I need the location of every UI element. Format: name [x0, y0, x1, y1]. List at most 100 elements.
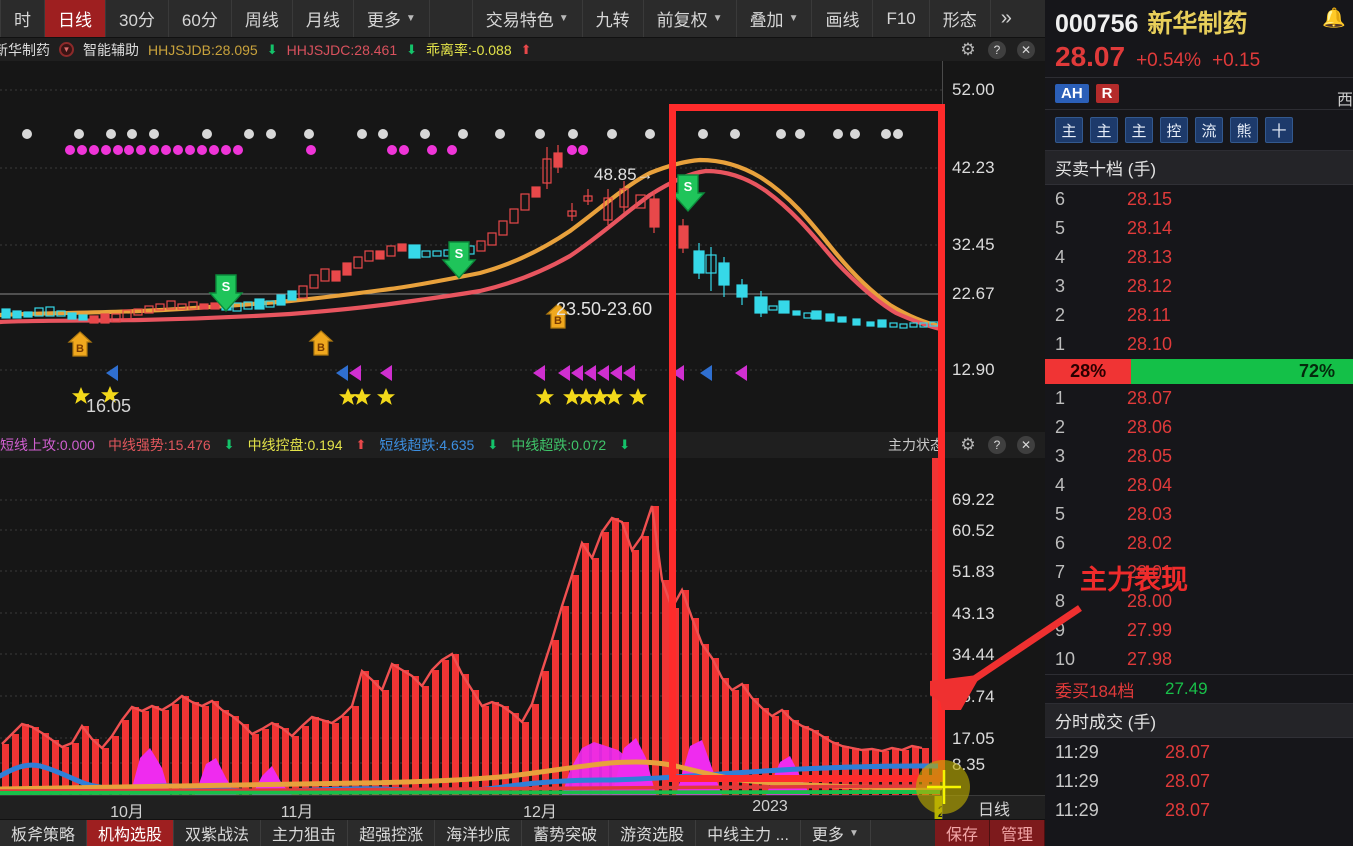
menu-jiuzhuan[interactable]: 九转	[583, 0, 644, 37]
period-btn-weekly[interactable]: 周线	[232, 0, 293, 37]
flag-markers	[106, 365, 747, 381]
save-button[interactable]: 保存	[934, 820, 990, 846]
orderbook-row[interactable]: 4 28.13	[1045, 243, 1353, 272]
svg-text:B: B	[76, 343, 84, 355]
indicator-bias: 乖离率:-0.088	[426, 41, 512, 58]
strategy-more[interactable]: 更多 ▼	[801, 820, 871, 846]
price-chart[interactable]: S S S B B B 48.85→ 16.05 23.50-23.60 52.…	[0, 61, 1045, 432]
mini-btn-xiong[interactable]: 熊	[1230, 117, 1258, 143]
orderbook-row[interactable]: 5 28.14	[1045, 214, 1353, 243]
price-y-tick: 52.00	[952, 80, 995, 99]
strategy-xushi[interactable]: 蓄势突破	[522, 820, 610, 846]
strategy-zhongxian[interactable]: 中线主力 ...	[696, 820, 801, 846]
orderbook-row[interactable]: 1 28.10	[1045, 330, 1353, 359]
strategy-spacer	[871, 820, 935, 846]
close-icon[interactable]: ✕	[1017, 40, 1035, 59]
menu-trade-features[interactable]: 交易特色 ▼	[471, 0, 583, 37]
orderbook-row[interactable]: 10 27.98	[1045, 645, 1353, 674]
manage-button[interactable]: 管理	[989, 820, 1045, 846]
level: 1	[1055, 334, 1066, 354]
orderbook-row[interactable]: 3 28.12	[1045, 272, 1353, 301]
tick-time: 11:29	[1055, 800, 1099, 820]
menu-pattern[interactable]: 形态	[930, 0, 991, 37]
indicator-short-oversold: 短线超跌:4.635	[379, 437, 475, 453]
price-y-tick: 22.67	[952, 284, 995, 303]
orderbook-row[interactable]: 2 28.06	[1045, 413, 1353, 442]
help-icon[interactable]: ?	[988, 40, 1006, 59]
strategy-youzi[interactable]: 游资选股	[609, 820, 697, 846]
mini-btn-zhu-1[interactable]: 主	[1055, 117, 1083, 143]
mini-btn-zhu-2[interactable]: 主	[1090, 117, 1118, 143]
help-icon[interactable]: ?	[988, 436, 1006, 454]
price-y-tick: 12.90	[952, 360, 995, 379]
orderbook-row[interactable]: 1 28.07	[1045, 384, 1353, 413]
volume-chart[interactable]: 69.22 60.52 51.83 43.13 34.44 25.74 17.0…	[0, 458, 1045, 795]
toolbar-expand-icon[interactable]: »	[991, 0, 1022, 37]
price-band-annotation: 23.50-23.60	[556, 299, 653, 319]
period-btn-monthly[interactable]: 月线	[293, 0, 354, 37]
assist-label: 智能辅助	[83, 41, 139, 58]
gear-icon[interactable]: ⚙	[959, 40, 977, 59]
period-btn-60min[interactable]: 60分	[169, 0, 232, 37]
stock-change-pct: +0.54%	[1136, 50, 1202, 71]
mini-btn-kong[interactable]: 控	[1160, 117, 1188, 143]
gear-icon[interactable]: ⚙	[959, 435, 977, 454]
level: 4	[1055, 247, 1066, 267]
price: 27.98	[1127, 649, 1173, 669]
strategy-banfu[interactable]: 板斧策略	[0, 820, 88, 846]
orderbook-row[interactable]: 4 28.04	[1045, 471, 1353, 500]
orderbook-row[interactable]: 8 28.00	[1045, 587, 1353, 616]
tag-ah[interactable]: AH	[1055, 84, 1089, 103]
period-btn-more[interactable]: 更多 ▼	[354, 0, 430, 37]
menu-f10[interactable]: F10	[873, 0, 930, 37]
menu-drawline[interactable]: 画线	[812, 0, 874, 37]
menu-adjust[interactable]: 前复权 ▼	[644, 0, 737, 37]
tick-row[interactable]: 11:29 28.07	[1045, 767, 1353, 796]
orderbook-row[interactable]: 7 28.01	[1045, 558, 1353, 587]
arrow-down-icon: ⬇	[619, 437, 631, 452]
mini-btn-liu[interactable]: 流	[1195, 117, 1223, 143]
orderbook-row[interactable]: 5 28.03	[1045, 500, 1353, 529]
save-label: 保存	[945, 827, 978, 844]
price: 28.13	[1127, 247, 1173, 267]
price-stock-label: 新华制药	[0, 41, 50, 58]
orderbook-row[interactable]: 6 28.02	[1045, 529, 1353, 558]
stock-name: 新华制药	[1147, 10, 1248, 38]
price-pane-icons: ⚙ ? ✕	[959, 40, 1045, 59]
chevron-down-icon[interactable]: ▼	[59, 42, 74, 57]
price: 28.06	[1127, 417, 1173, 437]
tick-row[interactable]: 11:29 28.07	[1045, 738, 1353, 767]
period-btn-shi[interactable]: 时	[0, 0, 45, 37]
strategy-shuangzi[interactable]: 双紫战法	[174, 820, 262, 846]
strategy-label: 板斧策略	[11, 827, 76, 844]
strategy-chaoqiang[interactable]: 超强控涨	[348, 820, 436, 846]
strategy-bar: 板斧策略 机构选股 双紫战法 主力狙击 超强控涨 海洋抄底 蓄势突破 游资选股 …	[0, 819, 1045, 846]
orderbook-row[interactable]: 6 28.15	[1045, 185, 1353, 214]
strategy-haiyang[interactable]: 海洋抄底	[435, 820, 523, 846]
mini-btn-zhu-3[interactable]: 主	[1125, 117, 1153, 143]
orderbook-row[interactable]: 2 28.11	[1045, 301, 1353, 330]
vol-y-tick: 69.22	[952, 490, 995, 509]
period-btn-daily[interactable]: 日线	[45, 0, 106, 37]
mini-btn-plus[interactable]: 十	[1265, 117, 1293, 143]
orderbook-title: 买卖十档 (手)	[1045, 151, 1353, 185]
period-label: 日线	[58, 11, 92, 30]
date-axis: 10月 11月 12月 2023 2月	[0, 795, 1045, 821]
level: 10	[1055, 649, 1076, 669]
quote-panel: 000756 新华制药 28.07 +0.54% +0.15 🔔 AH R 西 …	[1045, 0, 1353, 846]
manage-label: 管理	[1000, 827, 1033, 844]
strategy-zhuli[interactable]: 主力狙击	[261, 820, 349, 846]
orderbook-row[interactable]: 3 28.05	[1045, 442, 1353, 471]
bell-icon[interactable]: 🔔	[1321, 6, 1347, 32]
close-icon[interactable]: ✕	[1017, 436, 1035, 454]
strategy-jigou[interactable]: 机构选股	[87, 820, 175, 846]
menu-overlay[interactable]: 叠加 ▼	[737, 0, 813, 37]
period-btn-30min[interactable]: 30分	[106, 0, 169, 37]
chart-area: 时 日线 30分 60分 周线 月线 更多 ▼ 交易特色 ▼ 九转 前复权 ▼ 叠加 ▼…	[0, 0, 1045, 846]
tick-row[interactable]: 11:29 28.07	[1045, 796, 1353, 825]
date-tick: 2023	[752, 798, 788, 815]
menu-label: 叠加	[749, 11, 784, 30]
orderbook-row[interactable]: 9 27.99	[1045, 616, 1353, 645]
period-label: 时	[14, 11, 31, 30]
tag-r[interactable]: R	[1095, 84, 1119, 103]
